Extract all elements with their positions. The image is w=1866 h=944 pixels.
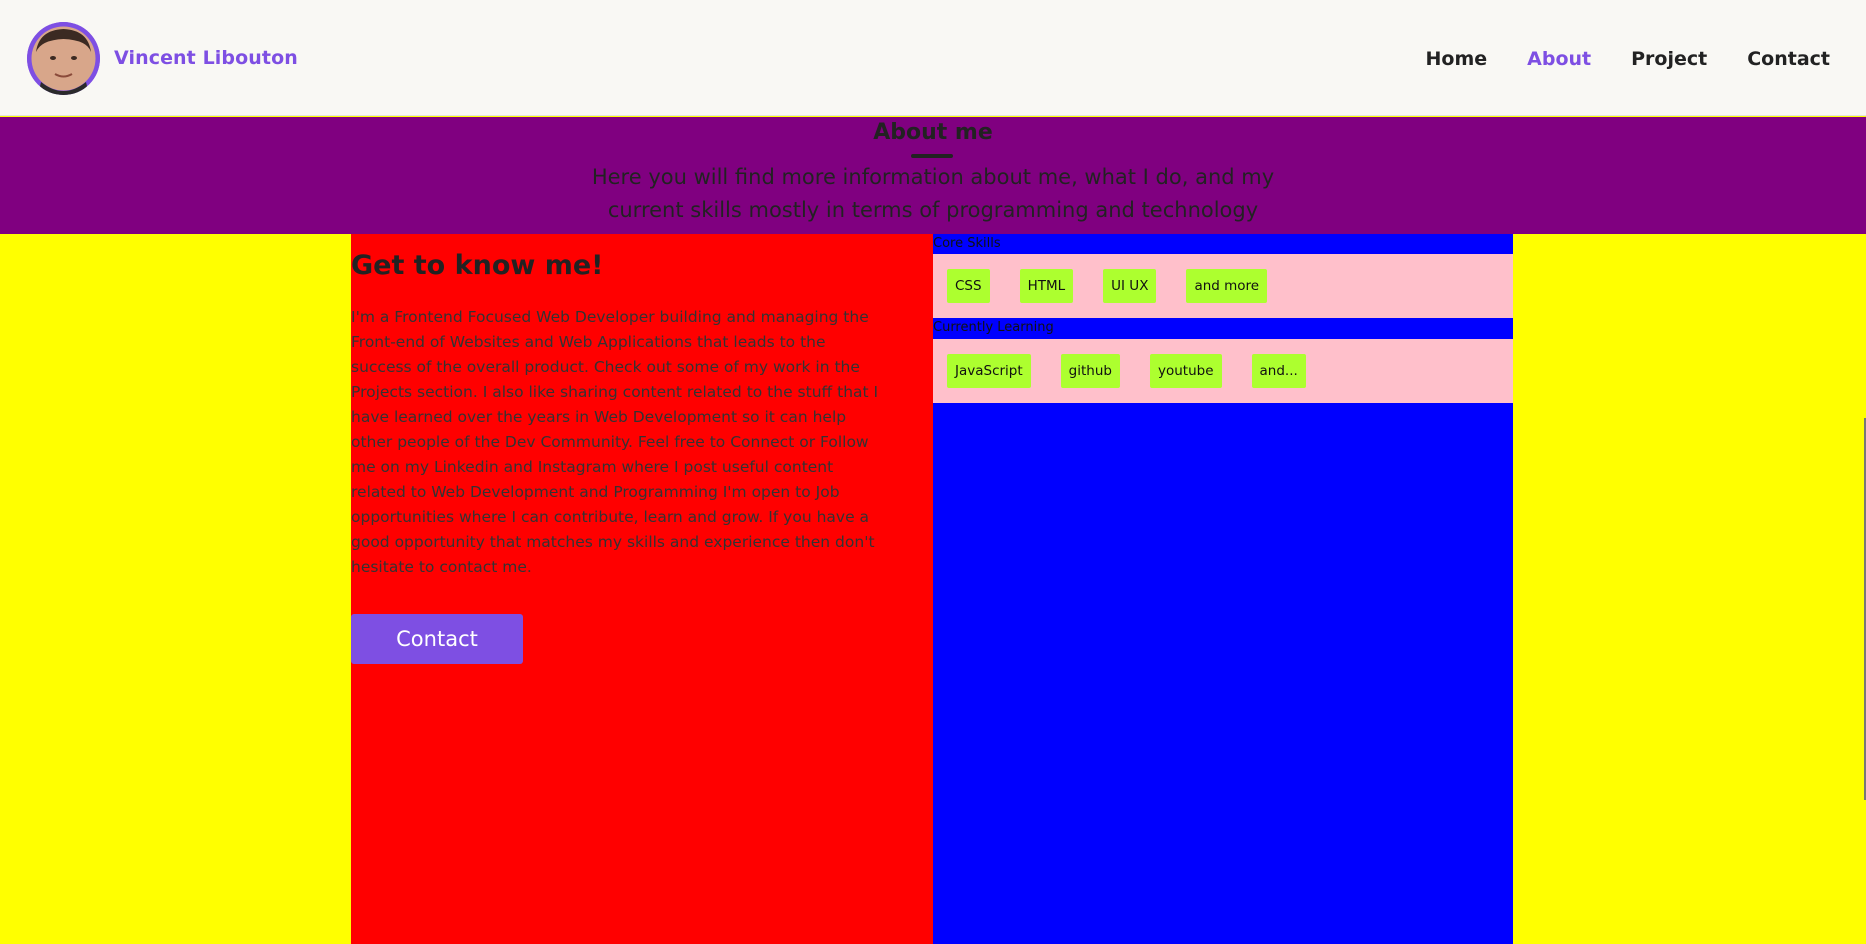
title-underline bbox=[911, 154, 953, 158]
avatar[interactable] bbox=[27, 22, 100, 95]
skills-column: Core Skills CSS HTML UI UX and more Curr… bbox=[933, 234, 1513, 944]
learning-chip: JavaScript bbox=[947, 354, 1031, 388]
nav-about[interactable]: About bbox=[1527, 48, 1591, 70]
learning-chip: youtube bbox=[1149, 354, 1222, 388]
nav-home[interactable]: Home bbox=[1426, 48, 1488, 70]
about-paragraph: I'm a Frontend Focused Web Developer bui… bbox=[351, 308, 879, 576]
get-to-know-me-column: Get to know me! I'm a Frontend Focused W… bbox=[351, 234, 933, 944]
about-banner: About me Here you will find more informa… bbox=[0, 117, 1866, 234]
main-nav: Home About Project Contact bbox=[1426, 48, 1830, 70]
profile-photo bbox=[27, 22, 100, 95]
section-title: About me bbox=[873, 120, 993, 145]
learning-chip: and... bbox=[1251, 354, 1306, 388]
learning-chip: github bbox=[1060, 354, 1120, 388]
nav-contact[interactable]: Contact bbox=[1747, 48, 1830, 70]
skill-chip: UI UX bbox=[1103, 269, 1157, 303]
skill-chip: HTML bbox=[1019, 269, 1074, 303]
core-skills-label: Core Skills bbox=[933, 236, 1001, 251]
core-skills-box: CSS HTML UI UX and more bbox=[933, 254, 1513, 318]
get-to-know-heading: Get to know me! bbox=[351, 250, 604, 281]
nav-project[interactable]: Project bbox=[1631, 48, 1707, 70]
contact-button[interactable]: Contact bbox=[351, 614, 523, 664]
learning-box: JavaScript github youtube and... bbox=[933, 339, 1513, 403]
brand-name[interactable]: Vincent Libouton bbox=[114, 47, 298, 69]
learning-label: Currently Learning bbox=[933, 320, 1054, 335]
skill-chip: CSS bbox=[947, 269, 990, 303]
skill-chip: and more bbox=[1186, 269, 1268, 303]
section-subtitle: Here you will find more information abou… bbox=[591, 165, 1275, 222]
site-header: Vincent Libouton Home About Project Cont… bbox=[0, 0, 1866, 116]
